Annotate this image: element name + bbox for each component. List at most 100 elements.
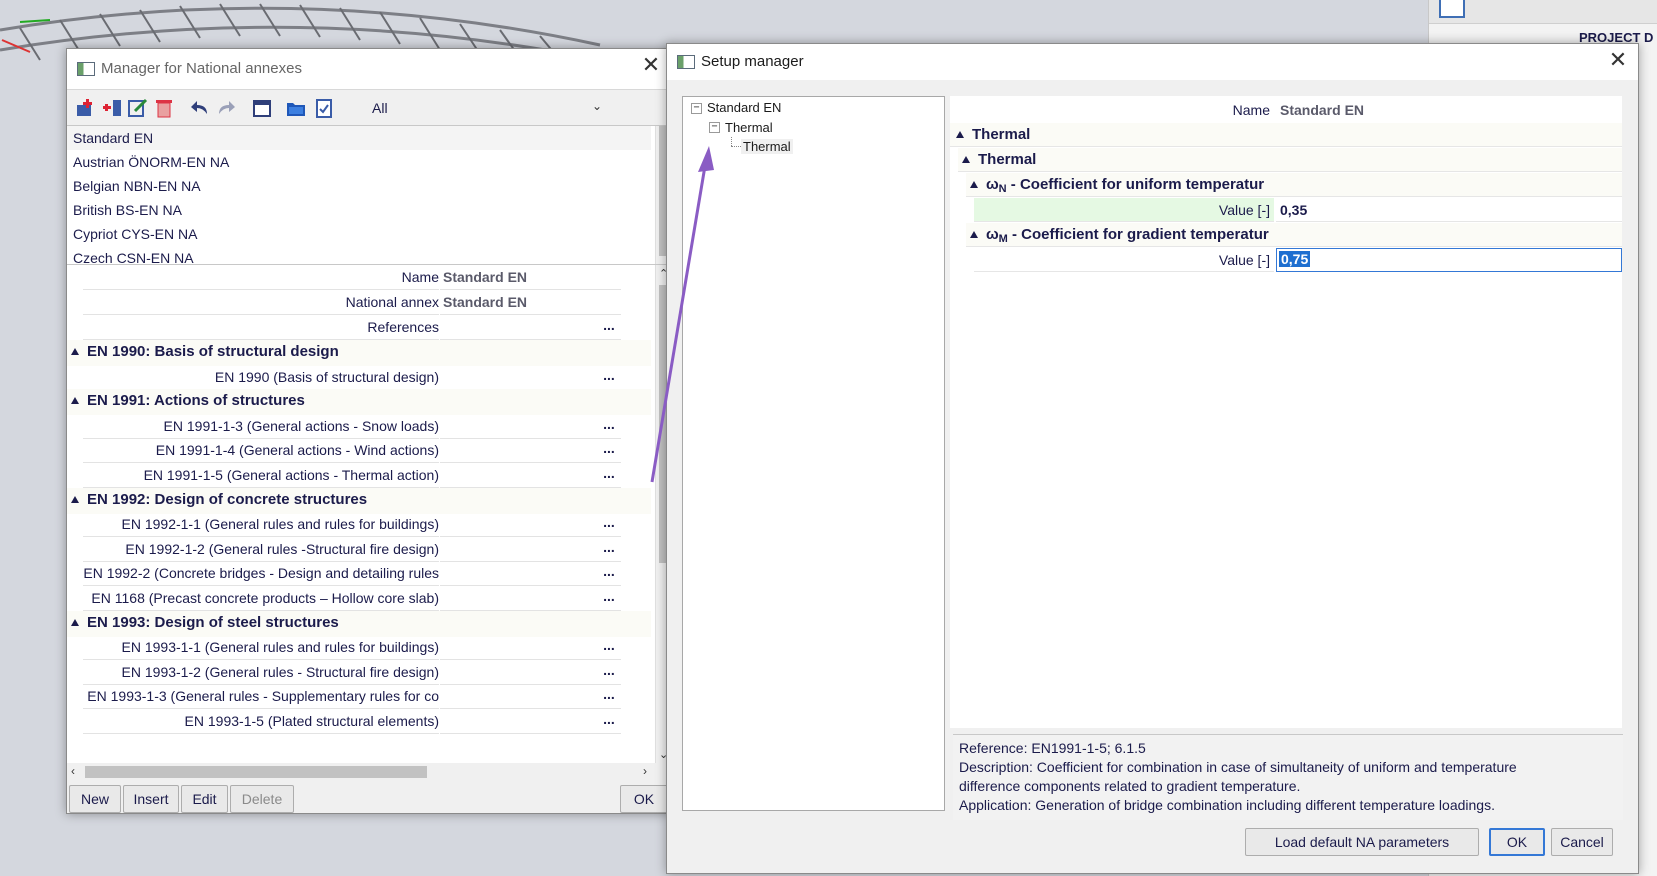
ellipsis-button[interactable]: ... bbox=[599, 367, 619, 383]
ellipsis-button[interactable]: ... bbox=[599, 465, 619, 481]
row-value-cell bbox=[440, 365, 621, 390]
hscroll-thumb[interactable] bbox=[85, 766, 427, 778]
collapse-triangle-icon[interactable] bbox=[71, 348, 79, 355]
standard-label: EN 1990 (Basis of structural design) bbox=[214, 368, 439, 385]
coef-n-value[interactable]: 0,35 bbox=[1280, 202, 1307, 218]
collapse-icon[interactable]: − bbox=[691, 103, 702, 114]
omega-symbol: ω bbox=[986, 176, 999, 193]
coef-m-value[interactable]: 0,75 bbox=[1279, 251, 1311, 267]
tree-connector bbox=[731, 146, 741, 147]
group-header[interactable]: EN 1990: Basis of structural design bbox=[67, 340, 651, 366]
setup-cancel-button[interactable]: Cancel bbox=[1551, 828, 1613, 856]
add-icon[interactable] bbox=[75, 98, 97, 118]
standard-label: EN 1993-1-3 (General rules - Supplementa… bbox=[87, 688, 439, 705]
ellipsis-button[interactable]: ... bbox=[599, 588, 619, 604]
tree-node-thermal[interactable]: Thermal bbox=[725, 120, 773, 135]
section-thermal-2[interactable]: Thermal bbox=[958, 148, 1622, 172]
collapse-triangle-icon[interactable] bbox=[71, 397, 79, 405]
ellipsis-button[interactable]: ... bbox=[599, 539, 619, 555]
ellipsis-button[interactable]: ... bbox=[599, 686, 619, 702]
close-icon[interactable]: ✕ bbox=[639, 55, 663, 79]
collapse-triangle-icon[interactable] bbox=[71, 618, 79, 626]
insert-icon[interactable] bbox=[101, 98, 123, 118]
coef-m-label: ωM - Coefficient for gradient temperatur bbox=[986, 226, 1269, 245]
standard-row: EN 1993-1-2 (General rules - Structural … bbox=[67, 660, 651, 686]
standard-row: EN 1993-1-1 (General rules and rules for… bbox=[67, 635, 651, 661]
collapse-triangle-icon[interactable] bbox=[71, 495, 79, 503]
load-default-na-button[interactable]: Load default NA parameters bbox=[1245, 828, 1479, 856]
coef-m-value-input[interactable]: 0,75 bbox=[1276, 248, 1622, 272]
coef-n-text: - Coefficient for uniform temperatur bbox=[1006, 176, 1265, 193]
section-thermal-1[interactable]: Thermal bbox=[950, 123, 1622, 147]
ellipsis-button[interactable]: ... bbox=[599, 416, 619, 432]
application-text: Application: Generation of bridge combin… bbox=[959, 797, 1495, 813]
table-icon[interactable] bbox=[251, 98, 273, 118]
edit-button[interactable]: Edit bbox=[181, 785, 228, 813]
annex-list-item[interactable]: British BS-EN NA bbox=[67, 198, 651, 222]
annex-list-item[interactable]: Austrian ÖNORM-EN NA bbox=[67, 150, 651, 174]
annex-list-item[interactable]: Czech CSN-EN NA bbox=[67, 246, 651, 264]
annex-list-item[interactable]: Cypriot CYS-EN NA bbox=[67, 222, 651, 246]
coef-n-row[interactable]: ωN - Coefficient for uniform temperatur bbox=[966, 173, 1622, 197]
group-header[interactable]: EN 1992: Design of concrete structures bbox=[67, 487, 651, 514]
delete-button[interactable]: Delete bbox=[230, 785, 294, 813]
collapse-triangle-icon[interactable] bbox=[970, 231, 978, 238]
standard-row: EN 1990 (Basis of structural design)... bbox=[67, 365, 651, 391]
row-value-cell bbox=[440, 414, 621, 439]
redo-icon[interactable] bbox=[215, 98, 237, 118]
standard-row: EN 1992-1-2 (General rules -Structural f… bbox=[67, 537, 651, 563]
edit-icon[interactable] bbox=[127, 98, 149, 118]
prop-name-value[interactable]: Standard EN bbox=[443, 269, 637, 285]
tree-node-thermal-leaf[interactable]: Thermal bbox=[741, 139, 793, 154]
panel-tab-icon[interactable] bbox=[1439, 0, 1465, 18]
setup-ok-button[interactable]: OK bbox=[1489, 828, 1545, 856]
coef-n-value-label: Value [-] bbox=[1218, 202, 1270, 218]
ellipsis-button[interactable]: ... bbox=[599, 662, 619, 678]
manager-ok-button[interactable]: OK bbox=[620, 785, 668, 813]
annex-list-item[interactable]: Standard EN bbox=[67, 126, 651, 150]
collapse-triangle-icon[interactable] bbox=[956, 131, 964, 138]
ellipsis-button[interactable]: ... bbox=[599, 563, 619, 579]
collapse-triangle-icon[interactable] bbox=[970, 181, 978, 188]
close-icon[interactable]: ✕ bbox=[1606, 50, 1630, 74]
prop-na-value[interactable]: Standard EN bbox=[443, 294, 637, 310]
row-value-cell bbox=[440, 709, 621, 734]
standard-row: EN 1991-1-5 (General actions - Thermal a… bbox=[67, 463, 651, 489]
scroll-right-icon[interactable]: › bbox=[643, 764, 647, 778]
section-thermal-2-label: Thermal bbox=[978, 151, 1037, 168]
document-check-icon[interactable] bbox=[313, 98, 335, 118]
insert-button[interactable]: Insert bbox=[123, 785, 179, 813]
group-header[interactable]: EN 1993: Design of steel structures bbox=[67, 610, 651, 637]
setup-name-value[interactable]: Standard EN bbox=[1280, 102, 1364, 118]
tree-node-root[interactable]: Standard EN bbox=[707, 100, 781, 115]
annex-list-item[interactable]: Belgian NBN-EN NA bbox=[67, 174, 651, 198]
section-thermal-1-label: Thermal bbox=[972, 126, 1031, 143]
references-ellipsis-button[interactable]: ... bbox=[599, 317, 619, 333]
undo-icon[interactable] bbox=[189, 98, 211, 118]
collapse-icon[interactable]: − bbox=[709, 122, 720, 133]
row-value-cell bbox=[440, 512, 621, 538]
open-folder-icon[interactable] bbox=[285, 98, 307, 118]
coef-m-row[interactable]: ωM - Coefficient for gradient temperatur bbox=[966, 223, 1622, 247]
group-title: EN 1991: Actions of structures bbox=[87, 392, 305, 410]
scroll-left-icon[interactable]: ‹ bbox=[71, 764, 75, 778]
prop-na-label: National annex bbox=[345, 294, 439, 310]
window-app-icon bbox=[677, 55, 695, 69]
property-grid-hscroll[interactable]: ‹ › bbox=[67, 763, 671, 781]
window-app-icon bbox=[77, 62, 95, 76]
new-button[interactable]: New bbox=[69, 785, 121, 813]
collapse-triangle-icon[interactable] bbox=[962, 156, 970, 163]
ellipsis-button[interactable]: ... bbox=[599, 440, 619, 456]
coef-n-value-cell[interactable]: 0,35 bbox=[1276, 198, 1622, 222]
group-header[interactable]: EN 1991: Actions of structures bbox=[67, 389, 651, 416]
ellipsis-button[interactable]: ... bbox=[599, 637, 619, 653]
ellipsis-button[interactable]: ... bbox=[599, 711, 619, 727]
ellipsis-button[interactable]: ... bbox=[599, 514, 619, 530]
group-title: EN 1990: Basis of structural design bbox=[87, 343, 339, 360]
annex-property-grid: Name Standard EN National annex Standard… bbox=[67, 265, 671, 763]
filter-select[interactable]: All ⌄ bbox=[362, 96, 602, 120]
delete-icon[interactable] bbox=[153, 98, 175, 118]
setup-tree: − Standard EN − Thermal Thermal bbox=[682, 96, 945, 811]
standard-row: EN 1991-1-4 (General actions - Wind acti… bbox=[67, 438, 651, 464]
coef-n-label: ωN - Coefficient for uniform temperatur bbox=[986, 176, 1264, 195]
